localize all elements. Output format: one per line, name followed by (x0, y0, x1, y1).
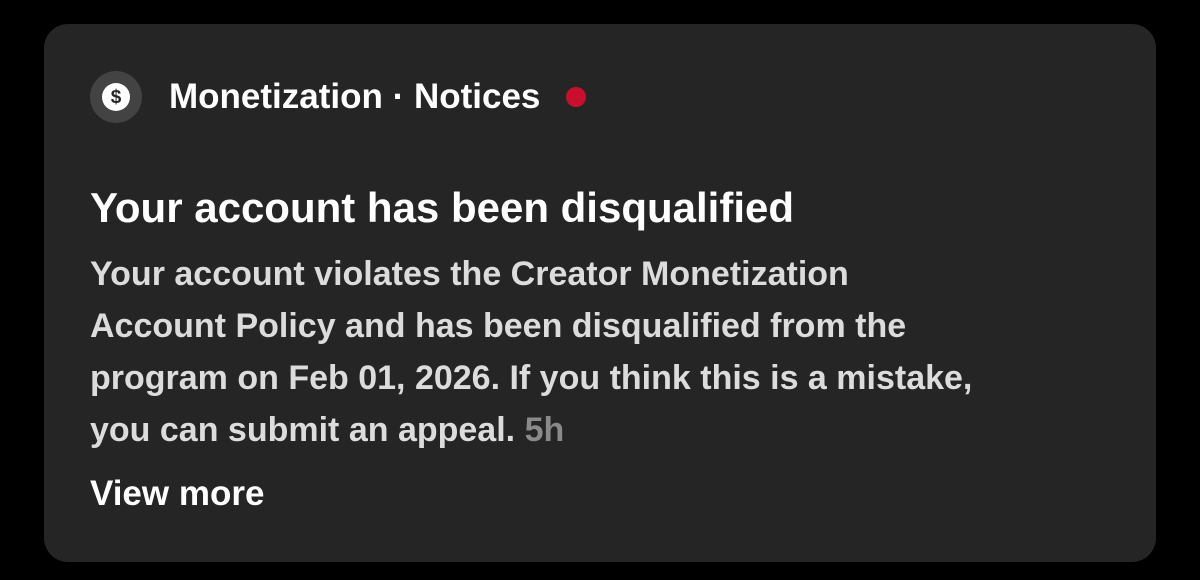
notification-body-line: Your account violates the Creator Moneti… (90, 255, 849, 293)
dollar-sign-glyph: $ (110, 86, 122, 108)
category-icon-badge: $ (90, 71, 142, 123)
notification-body-line: program on Feb 01, 2026. If you think th… (90, 359, 973, 397)
notification-body-line-last: you can submit an appeal. 5h (90, 404, 1130, 456)
notification-body-line: you can submit an appeal. (90, 411, 516, 449)
dollar-sign-icon: $ (102, 83, 130, 111)
notification-category: Monetization · Notices (169, 77, 541, 116)
notification-timestamp: 5h (524, 411, 565, 449)
view-more-button[interactable]: View more (90, 472, 264, 516)
notification-body-line: Account Policy and has been disqualified… (90, 307, 907, 345)
notification-card[interactable]: $ Monetization · Notices Your account ha… (44, 24, 1156, 562)
notification-header: $ Monetization · Notices (90, 71, 587, 123)
notification-body: Your account violates the Creator Moneti… (90, 248, 1130, 456)
notification-title: Your account has been disqualified (90, 184, 795, 231)
unread-indicator-dot (566, 87, 587, 107)
